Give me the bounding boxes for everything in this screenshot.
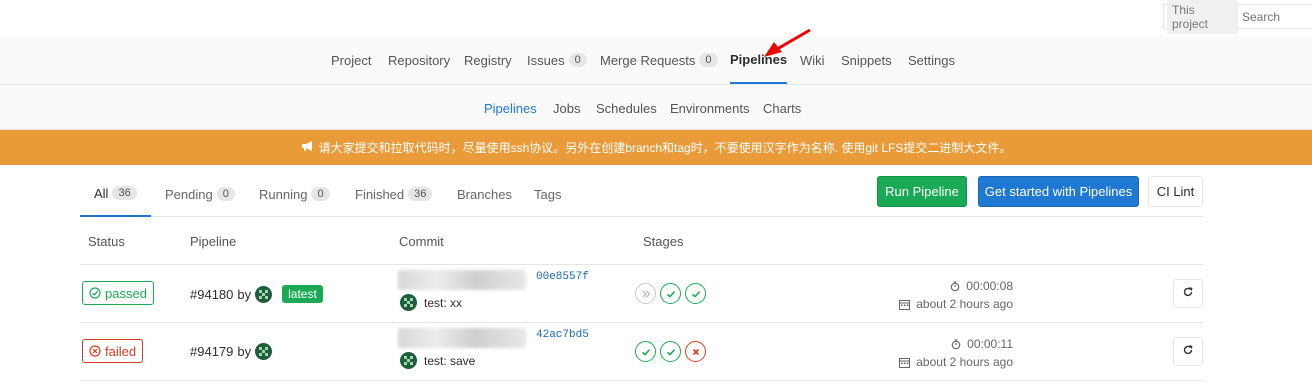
tab-all-label: All	[94, 185, 109, 201]
tab-running-label: Running	[259, 186, 308, 202]
project-nav: Project Repository Registry Issues 0 Mer…	[0, 36, 1312, 85]
tab-running-count: 0	[311, 187, 330, 201]
commit-message: test: save	[400, 352, 475, 369]
pipeline-id-link[interactable]: #94179	[190, 344, 233, 359]
retry-button[interactable]	[1173, 279, 1203, 308]
tab-finished-label: Finished	[355, 186, 405, 202]
subnav-charts[interactable]: Charts	[763, 86, 801, 130]
table-row: failed #94179 by 42ac7bd5 test: save 00:	[80, 323, 1203, 381]
get-started-button[interactable]: Get started with Pipelines	[978, 176, 1139, 207]
nav-repository[interactable]: Repository	[388, 36, 450, 84]
finished-at: about 2 hours ago	[916, 355, 1013, 369]
tab-all-count: 36	[112, 186, 137, 200]
nav-merge-requests[interactable]: Merge Requests 0	[600, 36, 718, 84]
commit-author-avatar[interactable]	[400, 294, 417, 311]
merge-requests-count-badge: 0	[699, 53, 718, 67]
table-row: passed #94180 by latest 00e8557f test: x…	[80, 265, 1203, 323]
timer-icon	[951, 338, 961, 350]
header-stages: Stages	[643, 234, 684, 249]
tab-pending-count: 0	[216, 187, 235, 201]
nav-registry[interactable]: Registry	[464, 36, 512, 84]
tab-pending-label: Pending	[165, 186, 213, 202]
pipeline-timings: 00:00:08 about 2 hours ago	[890, 277, 1013, 313]
calendar-icon	[899, 299, 911, 310]
subnav-environments[interactable]: Environments	[670, 86, 749, 130]
tab-tags[interactable]: Tags	[534, 171, 561, 217]
bullhorn-icon	[301, 140, 315, 155]
commit-title-link[interactable]: test: xx	[424, 296, 462, 310]
avatar[interactable]	[255, 285, 273, 303]
stage-failed-icon[interactable]	[685, 341, 706, 362]
by-label: by	[237, 286, 252, 302]
calendar-icon	[899, 357, 911, 368]
pipeline-info: #94180 by latest	[190, 285, 323, 303]
avatar[interactable]	[255, 343, 273, 360]
broadcast-banner: 请大家提交和拉取代码时，尽量使用ssh协议。另外在创建branch和tag时，不…	[0, 130, 1312, 165]
tab-pending[interactable]: Pending 0	[165, 171, 235, 217]
commit-title-link[interactable]: test: save	[424, 354, 475, 368]
finished-at: about 2 hours ago	[916, 297, 1013, 311]
subnav-schedules[interactable]: Schedules	[596, 86, 657, 130]
subnav-pipelines[interactable]: Pipelines	[484, 86, 537, 130]
tab-finished-count: 36	[408, 187, 433, 201]
blurred-commit-ref	[398, 270, 526, 290]
status-text: passed	[105, 285, 147, 301]
status-text: failed	[105, 343, 137, 359]
header-status: Status	[88, 234, 125, 249]
ci-lint-button[interactable]: CI Lint	[1148, 176, 1203, 207]
stage-success-icon[interactable]	[660, 341, 681, 362]
tab-all[interactable]: All 36	[80, 171, 151, 217]
commit-message: test: xx	[400, 294, 462, 311]
stages-group	[635, 341, 706, 362]
run-pipeline-button[interactable]: Run Pipeline	[877, 176, 967, 207]
duration: 00:00:11	[967, 337, 1013, 351]
pipeline-info: #94179 by	[190, 343, 273, 360]
search-input[interactable]	[1242, 9, 1312, 24]
nav-issues-label: Issues	[527, 52, 565, 68]
status-badge[interactable]: passed	[82, 281, 154, 305]
nav-settings[interactable]: Settings	[908, 36, 955, 84]
status-badge[interactable]: failed	[82, 339, 144, 363]
tab-branches[interactable]: Branches	[457, 171, 512, 217]
retry-button[interactable]	[1173, 337, 1203, 366]
retry-icon	[1182, 344, 1194, 359]
commit-author-avatar[interactable]	[400, 352, 417, 369]
nav-snippets[interactable]: Snippets	[841, 36, 892, 84]
stage-success-icon[interactable]	[660, 283, 681, 304]
nav-issues[interactable]: Issues 0	[527, 36, 587, 84]
issues-count-badge: 0	[568, 53, 587, 67]
pipeline-timings: 00:00:11 about 2 hours ago	[890, 335, 1013, 371]
header-pipeline: Pipeline	[190, 234, 237, 249]
stage-success-icon[interactable]	[635, 341, 656, 362]
duration: 00:00:08	[966, 279, 1013, 293]
timer-icon	[950, 280, 960, 292]
blurred-commit-ref	[398, 328, 526, 348]
status-failed-icon	[89, 345, 101, 357]
stages-group	[635, 283, 706, 304]
search-box[interactable]: This project	[1163, 0, 1312, 34]
pipelines-subnav: Pipelines Jobs Schedules Environments Ch…	[0, 86, 1312, 130]
tab-running[interactable]: Running 0	[259, 171, 330, 217]
commit-sha-link[interactable]: 00e8557f	[536, 271, 589, 283]
search-scope-badge[interactable]: This project	[1167, 0, 1238, 34]
retry-icon	[1182, 286, 1194, 301]
commit-sha-link[interactable]: 42ac7bd5	[536, 329, 589, 341]
nav-merge-requests-label: Merge Requests	[600, 52, 696, 68]
nav-project[interactable]: Project	[331, 36, 371, 84]
pipeline-id-link[interactable]: #94180	[190, 287, 233, 302]
by-label: by	[237, 344, 252, 359]
banner-text: 请大家提交和拉取代码时，尽量使用ssh协议。另外在创建branch和tag时，不…	[318, 141, 1012, 155]
annotation-arrow-icon	[764, 28, 811, 57]
stage-success-icon[interactable]	[685, 283, 706, 304]
header-commit: Commit	[399, 234, 444, 249]
stage-skipped-icon[interactable]	[635, 283, 656, 304]
latest-badge: latest	[282, 285, 323, 303]
pipelines-table-header: Status Pipeline Commit Stages	[80, 218, 1203, 265]
subnav-jobs[interactable]: Jobs	[553, 86, 580, 130]
status-success-icon	[89, 287, 101, 299]
tab-finished[interactable]: Finished 36	[355, 171, 433, 217]
